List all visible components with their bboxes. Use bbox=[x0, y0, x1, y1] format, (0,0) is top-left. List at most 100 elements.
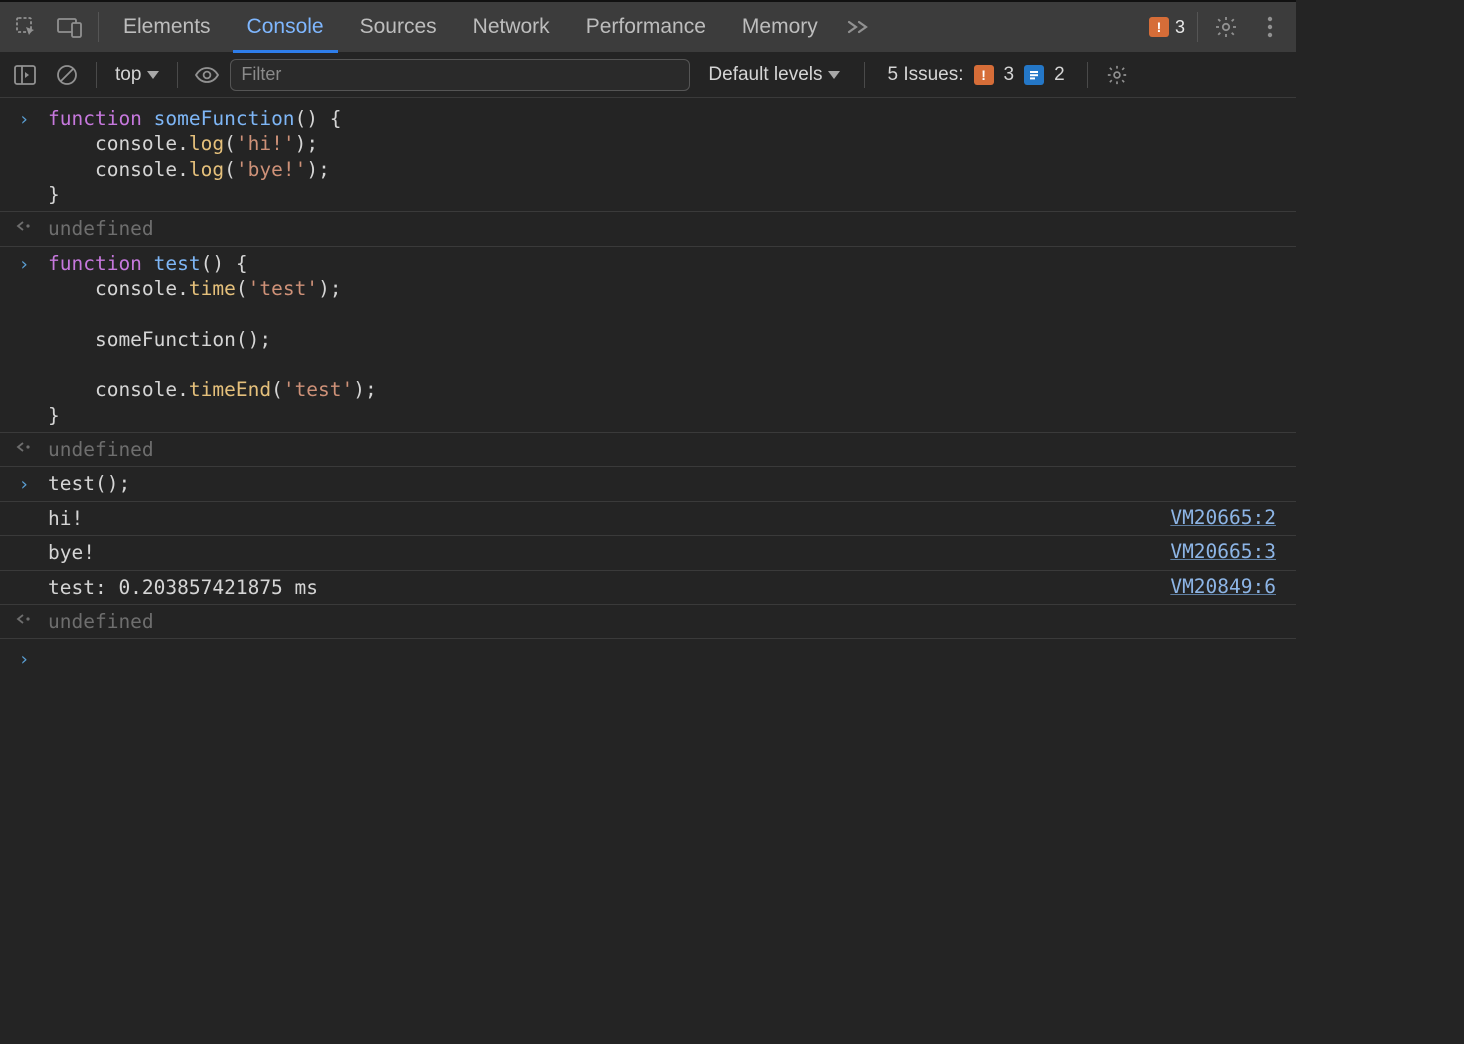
code-token: function bbox=[48, 107, 142, 130]
code-token: 'bye!' bbox=[236, 158, 306, 181]
error-icon: ! bbox=[1149, 17, 1169, 37]
separator bbox=[98, 12, 99, 42]
console-result: undefined bbox=[48, 609, 1284, 634]
prompt-icon: › bbox=[0, 251, 48, 275]
code-token: ); bbox=[318, 277, 341, 300]
code-token: console. bbox=[48, 158, 189, 181]
code-token: timeEnd bbox=[189, 378, 271, 401]
tab-elements[interactable]: Elements bbox=[105, 2, 229, 52]
tab-console[interactable]: Console bbox=[229, 2, 342, 52]
return-icon bbox=[0, 609, 48, 626]
code-token: 'test' bbox=[283, 378, 353, 401]
code-token: function bbox=[48, 252, 142, 275]
code-token: ( bbox=[224, 158, 236, 181]
separator bbox=[864, 62, 865, 88]
error-count-badge[interactable]: ! 3 bbox=[1143, 14, 1191, 40]
console-input-code: test(); bbox=[48, 471, 1284, 496]
code-token: ( bbox=[271, 378, 283, 401]
separator bbox=[177, 62, 178, 88]
issues-info-count: 2 bbox=[1054, 64, 1065, 86]
tab-label: Performance bbox=[586, 15, 706, 39]
tab-label: Memory bbox=[742, 15, 818, 39]
console-row: undefined bbox=[0, 605, 1296, 639]
console-log-message: hi! bbox=[48, 506, 1170, 531]
device-toolbar-icon[interactable] bbox=[48, 5, 92, 49]
code-token: () { bbox=[295, 107, 342, 130]
kebab-menu-icon[interactable] bbox=[1248, 5, 1292, 49]
clear-console-icon[interactable] bbox=[48, 56, 86, 94]
inspect-element-icon[interactable] bbox=[4, 5, 48, 49]
code-token: 'hi!' bbox=[236, 132, 295, 155]
code-token bbox=[142, 107, 154, 130]
console-output[interactable]: ›function someFunction() { console.log('… bbox=[0, 98, 1296, 920]
tab-network[interactable]: Network bbox=[455, 2, 568, 52]
console-row: undefined bbox=[0, 433, 1296, 467]
console-row: bye!VM20665:3 bbox=[0, 536, 1296, 570]
console-log-message: test: 0.203857421875 ms bbox=[48, 575, 1170, 600]
code-token: } bbox=[48, 183, 60, 206]
code-token: console. bbox=[48, 132, 189, 155]
console-settings-icon[interactable] bbox=[1098, 56, 1136, 94]
code-token: 'test' bbox=[248, 277, 318, 300]
return-icon bbox=[0, 437, 48, 454]
code-token: test(); bbox=[48, 472, 130, 495]
levels-label: Default levels bbox=[708, 64, 822, 86]
toggle-sidebar-icon[interactable] bbox=[6, 56, 44, 94]
console-row: ›test(); bbox=[0, 467, 1296, 501]
context-label: top bbox=[115, 64, 141, 86]
tab-sources[interactable]: Sources bbox=[342, 2, 455, 52]
code-token: console. bbox=[48, 378, 189, 401]
issues-error-count: 3 bbox=[1004, 64, 1015, 86]
separator bbox=[1087, 62, 1088, 88]
console-input-code: function someFunction() { console.log('h… bbox=[48, 106, 1284, 207]
console-result: undefined bbox=[48, 216, 1284, 241]
console-toolbar: top Default levels 5 Issues: ! 3 2 bbox=[0, 52, 1296, 98]
console-input[interactable] bbox=[48, 645, 1296, 670]
prompt-icon: › bbox=[0, 106, 48, 130]
code-token: ); bbox=[306, 158, 329, 181]
code-token: () { bbox=[201, 252, 248, 275]
chevron-down-icon bbox=[828, 71, 840, 79]
tab-memory[interactable]: Memory bbox=[724, 2, 836, 52]
source-link[interactable]: VM20665:2 bbox=[1170, 506, 1284, 529]
devtools-tabbar: Elements Console Sources Network Performance… bbox=[0, 0, 1296, 52]
separator bbox=[1197, 12, 1198, 42]
execution-context-selector[interactable]: top bbox=[107, 64, 167, 86]
more-tabs-button[interactable] bbox=[836, 19, 880, 35]
code-token: ( bbox=[236, 277, 248, 300]
console-prompt-row[interactable]: › bbox=[0, 639, 1296, 670]
code-token: console. bbox=[48, 277, 189, 300]
error-count: 3 bbox=[1175, 17, 1185, 38]
console-result: undefined bbox=[48, 437, 1284, 462]
console-row: undefined bbox=[0, 212, 1296, 246]
return-icon bbox=[0, 216, 48, 233]
log-gutter bbox=[0, 506, 48, 509]
code-token: test bbox=[154, 252, 201, 275]
code-token: time bbox=[189, 277, 236, 300]
code-token: } bbox=[48, 404, 60, 427]
code-token: log bbox=[189, 132, 224, 155]
error-icon: ! bbox=[974, 65, 994, 85]
filter-input[interactable] bbox=[230, 59, 690, 91]
settings-icon[interactable] bbox=[1204, 5, 1248, 49]
tab-label: Elements bbox=[123, 15, 211, 39]
issues-label: 5 Issues: bbox=[887, 64, 963, 86]
tab-label: Console bbox=[247, 15, 324, 39]
issues-button[interactable]: 5 Issues: ! 3 2 bbox=[875, 64, 1076, 86]
code-token: ); bbox=[353, 378, 376, 401]
tab-label: Sources bbox=[360, 15, 437, 39]
console-input-code: function test() { console.time('test'); … bbox=[48, 251, 1284, 428]
prompt-icon: › bbox=[0, 471, 48, 495]
log-levels-selector[interactable]: Default levels bbox=[694, 64, 854, 86]
live-expression-icon[interactable] bbox=[188, 56, 226, 94]
console-log-message: bye! bbox=[48, 540, 1170, 565]
separator bbox=[96, 62, 97, 88]
source-link[interactable]: VM20849:6 bbox=[1170, 575, 1284, 598]
console-row: hi!VM20665:2 bbox=[0, 502, 1296, 536]
source-link[interactable]: VM20665:3 bbox=[1170, 540, 1284, 563]
code-token: someFunction bbox=[154, 107, 295, 130]
code-token bbox=[142, 252, 154, 275]
tab-label: Network bbox=[473, 15, 550, 39]
log-gutter bbox=[0, 540, 48, 543]
tab-performance[interactable]: Performance bbox=[568, 2, 724, 52]
